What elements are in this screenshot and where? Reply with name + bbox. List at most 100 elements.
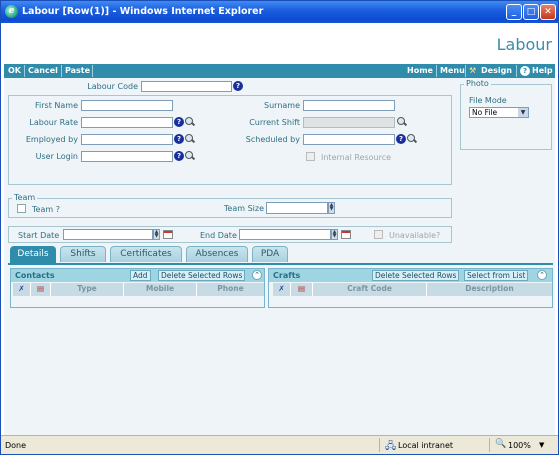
calendar-icon[interactable]	[163, 230, 173, 239]
help-icon[interactable]: ?	[174, 134, 184, 144]
lookup-icon[interactable]	[185, 134, 196, 144]
team-size-stepper[interactable]: ▲ ▼	[328, 202, 335, 214]
title-bar: e Labour [Row(1)] - Windows Internet Exp…	[1, 1, 558, 23]
toolbar: OK Cancel Paste Home Menu ⚒ Design ? Hel…	[4, 64, 555, 78]
zoom-level[interactable]: 100%	[508, 441, 531, 450]
tab-shifts[interactable]: Shifts	[60, 246, 106, 262]
menu-button[interactable]: Menu	[440, 66, 465, 75]
page-content: Labour OK Cancel Paste Home Menu ⚒ Desig…	[4, 23, 555, 435]
status-text: Done	[5, 441, 27, 450]
toolbar-separator	[465, 65, 466, 77]
toolbar-separator	[24, 65, 25, 77]
ie-icon: e	[5, 5, 18, 18]
photo-legend: Photo	[464, 79, 491, 88]
team-legend: Team	[12, 193, 38, 202]
home-button[interactable]: Home	[407, 66, 433, 75]
form-area: Labour Code ? First Name Surname Labour …	[4, 78, 555, 435]
cancel-button[interactable]: Cancel	[28, 66, 58, 75]
unavailable-label: Unavailable?	[389, 231, 441, 240]
tab-details[interactable]: Details	[10, 246, 56, 263]
paste-button[interactable]: Paste	[65, 66, 90, 75]
file-mode-value: No File	[472, 108, 498, 117]
labour-code-input[interactable]	[141, 81, 232, 92]
help-icon[interactable]: ?	[174, 117, 184, 127]
column-craft-code[interactable]: Craft Code	[313, 283, 427, 296]
labour-rate-label: Labour Rate	[29, 118, 78, 127]
scheduled-by-input[interactable]	[303, 134, 395, 145]
collapse-icon[interactable]: ⌃	[252, 270, 262, 280]
team-size-label: Team Size	[223, 204, 264, 213]
browser-window: e Labour [Row(1)] - Windows Internet Exp…	[0, 0, 559, 455]
employed-by-label: Employed by	[25, 135, 78, 144]
delete-column-icon: ✗	[13, 283, 31, 296]
chevron-down-icon[interactable]: ▼	[539, 441, 544, 449]
intranet-icon: 🖧	[385, 441, 397, 452]
lookup-icon[interactable]	[407, 134, 418, 144]
current-shift-label: Current Shift	[249, 118, 300, 127]
user-login-input[interactable]	[81, 151, 173, 162]
collapse-icon[interactable]: ⌃	[537, 270, 547, 280]
column-type[interactable]: Type	[51, 283, 124, 296]
maximize-button[interactable]: □	[523, 4, 539, 20]
page-title: Labour	[496, 35, 552, 54]
calendar-icon[interactable]	[341, 230, 351, 239]
user-login-label: User Login	[35, 152, 78, 161]
contacts-header: Contacts Add Delete Selected Rows ⌃	[11, 269, 264, 282]
start-date-input[interactable]	[63, 229, 153, 240]
column-mobile[interactable]: Mobile	[124, 283, 197, 296]
help-icon[interactable]: ?	[174, 151, 184, 161]
toolbar-separator	[92, 65, 93, 77]
minimize-button[interactable]: _	[506, 4, 522, 20]
labour-rate-input[interactable]	[81, 117, 173, 128]
lookup-icon[interactable]	[185, 151, 196, 161]
toolbar-separator	[516, 65, 517, 77]
close-button[interactable]: ✕	[540, 4, 556, 20]
start-date-label: Start Date	[18, 231, 60, 240]
delete-column-icon: ✗	[273, 283, 291, 296]
add-contact-button[interactable]: Add	[130, 270, 151, 281]
end-date-input[interactable]	[239, 229, 331, 240]
select-from-list-button[interactable]: Select from List	[464, 270, 529, 281]
design-icon[interactable]: ⚒	[469, 66, 476, 75]
tab-absences[interactable]: Absences	[186, 246, 248, 262]
lookup-icon[interactable]	[185, 117, 196, 127]
help-icon[interactable]: ?	[233, 81, 243, 91]
toolbar-separator	[436, 65, 437, 77]
help-icon[interactable]: ?	[396, 134, 406, 144]
delete-contacts-button[interactable]: Delete Selected Rows	[158, 270, 246, 281]
first-name-input[interactable]	[81, 100, 173, 111]
team-checkbox[interactable]	[17, 204, 26, 213]
status-separator	[379, 438, 380, 452]
labour-code-label: Labour Code	[87, 82, 138, 91]
edit-column-icon: ▤	[291, 283, 313, 296]
column-description[interactable]: Description	[427, 283, 552, 296]
help-button[interactable]: Help	[532, 66, 553, 75]
contacts-panel: Contacts Add Delete Selected Rows ⌃ ✗ ▤ …	[10, 268, 265, 308]
end-date-stepper[interactable]: ▲ ▼	[331, 229, 338, 240]
tab-bar: Details Shifts Certificates Absences PDA	[8, 246, 553, 263]
column-phone[interactable]: Phone	[197, 283, 264, 296]
ok-button[interactable]: OK	[8, 66, 21, 75]
tab-pda[interactable]: PDA	[252, 246, 288, 262]
status-separator	[489, 438, 490, 452]
delete-crafts-button[interactable]: Delete Selected Rows	[372, 270, 460, 281]
crafts-header: Crafts Delete Selected Rows Select from …	[269, 269, 552, 282]
end-date-label: End Date	[200, 231, 237, 240]
surname-input[interactable]	[303, 100, 395, 111]
surname-label: Surname	[264, 101, 300, 110]
file-mode-select[interactable]: No File ▼	[469, 107, 529, 118]
lookup-icon[interactable]	[397, 117, 408, 127]
employed-by-input[interactable]	[81, 134, 173, 145]
start-date-stepper[interactable]: ▲ ▼	[153, 229, 160, 240]
tab-certificates[interactable]: Certificates	[110, 246, 182, 262]
status-bar: Done 🖧 Local intranet 🔍 100% ▼	[1, 435, 558, 454]
crafts-title: Crafts	[273, 271, 301, 280]
edit-column-icon: ▤	[31, 283, 51, 296]
zoom-icon[interactable]: 🔍	[495, 439, 506, 449]
internal-resource-label: Internal Resource	[321, 153, 392, 162]
help-icon[interactable]: ?	[520, 66, 530, 76]
team-size-input[interactable]	[266, 202, 328, 214]
design-button[interactable]: Design	[481, 66, 512, 75]
file-mode-label: File Mode	[469, 96, 507, 105]
window-title: Labour [Row(1)] - Windows Internet Explo…	[22, 6, 264, 17]
